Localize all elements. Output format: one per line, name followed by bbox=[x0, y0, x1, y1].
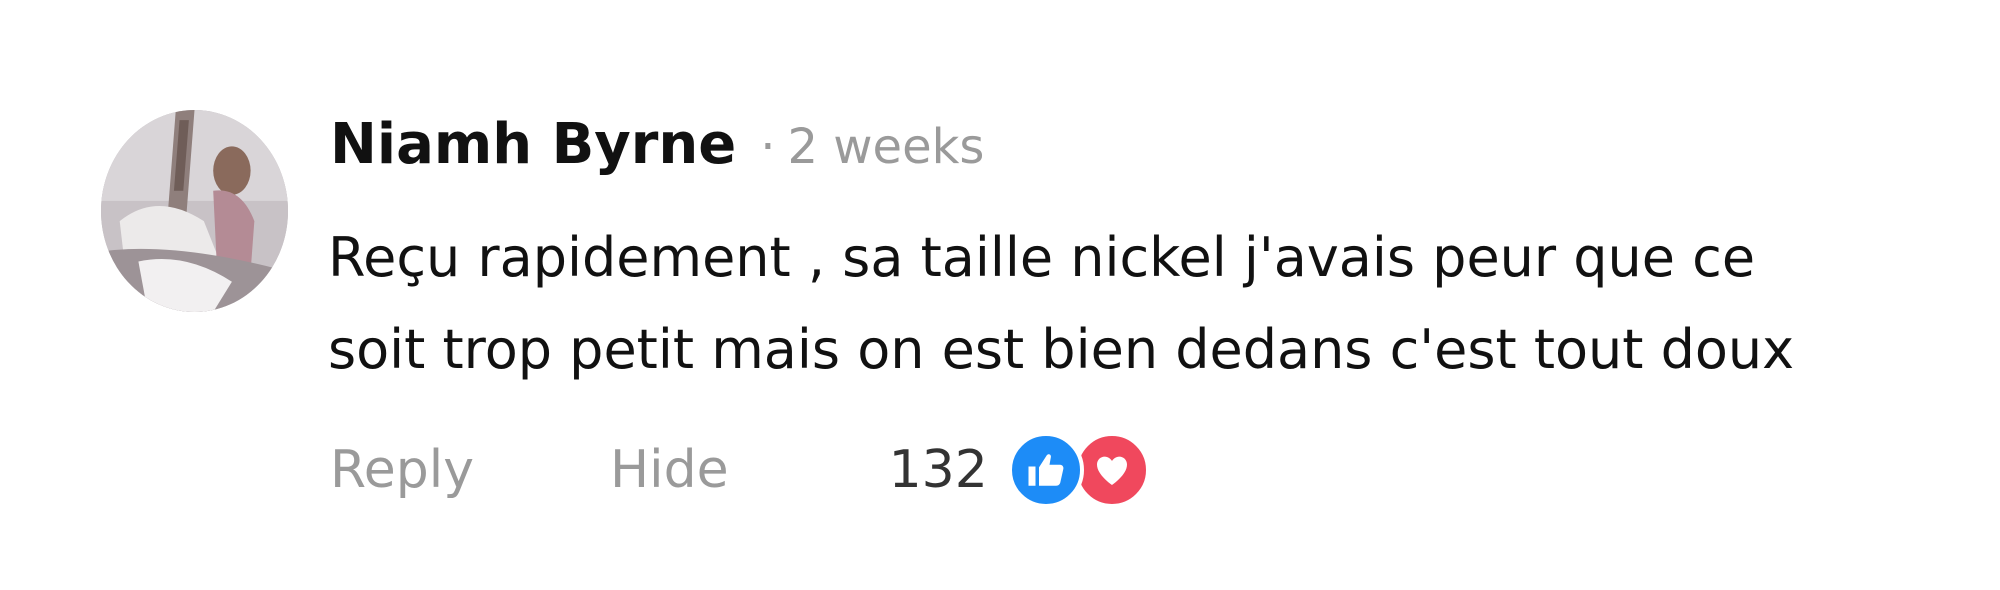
avatar[interactable] bbox=[101, 110, 288, 312]
separator-dot: · bbox=[760, 119, 776, 175]
author-name[interactable]: Niamh Byrne bbox=[330, 112, 736, 177]
like-icon bbox=[1007, 432, 1084, 508]
love-icon bbox=[1073, 432, 1150, 508]
hide-button[interactable]: Hide bbox=[610, 440, 729, 500]
comment: Niamh Byrne · 2 weeks Reçu rapidement , … bbox=[0, 0, 2000, 590]
comment-actions: Reply Hide 132 bbox=[330, 430, 1150, 510]
comment-header: Niamh Byrne · 2 weeks bbox=[330, 112, 984, 192]
reactions-summary[interactable] bbox=[1007, 432, 1150, 508]
reply-button[interactable]: Reply bbox=[330, 440, 474, 500]
avatar-photo bbox=[101, 110, 288, 312]
comment-text-line: soit trop petit mais on est bien dedans … bbox=[328, 318, 1795, 381]
comment-text-line: Reçu rapidement , sa taille nickel j'ava… bbox=[328, 226, 1756, 289]
reaction-count[interactable]: 132 bbox=[889, 440, 988, 500]
comment-text: Reçu rapidement , sa taille nickel j'ava… bbox=[328, 212, 1978, 396]
timestamp[interactable]: 2 weeks bbox=[787, 119, 984, 175]
